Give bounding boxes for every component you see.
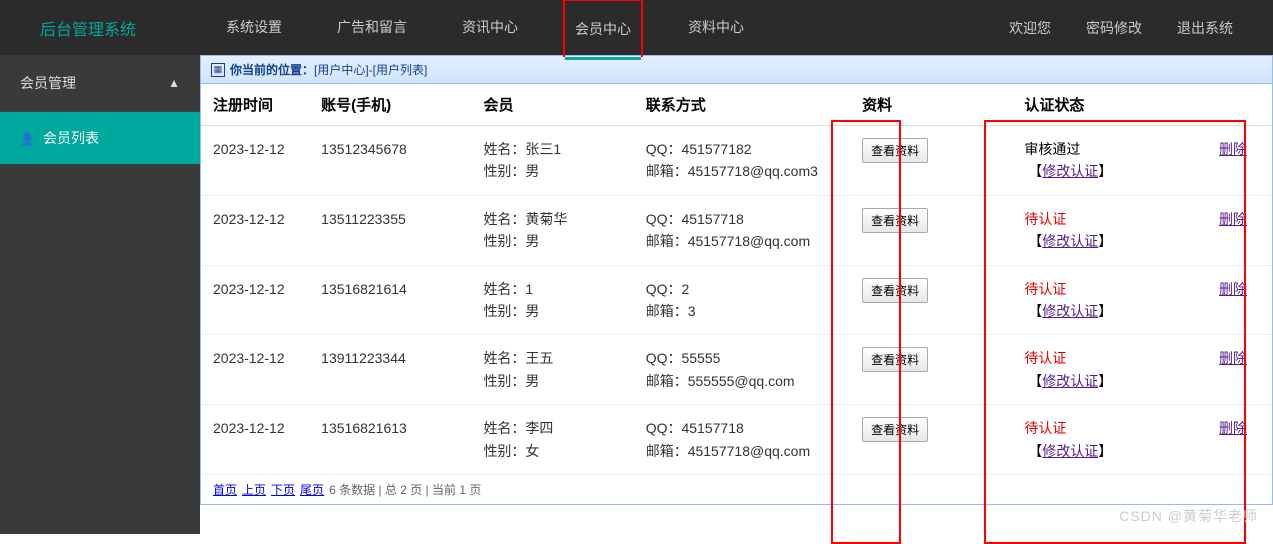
cell-contact: QQ：45157718邮箱：45157718@qq.com <box>634 405 850 475</box>
breadcrumb-path: [用户中心]-[用户列表] <box>314 63 427 77</box>
sidebar-header[interactable]: 会员管理 ▲ <box>0 55 200 112</box>
nav-item-1[interactable]: 广告和留言 <box>327 0 417 57</box>
table-header: 注册时间 <box>201 84 309 126</box>
highlight-box-material <box>831 120 901 544</box>
table-header: 会员 <box>471 84 633 126</box>
nav-right: 欢迎您 密码修改 退出系统 <box>1009 18 1233 38</box>
cell-reg: 2023-12-12 <box>201 126 309 196</box>
cell-reg: 2023-12-12 <box>201 265 309 335</box>
sidebar-item-label: 会员列表 <box>43 128 99 148</box>
content-area: ▦ 你当前的位置：[用户中心]-[用户列表] 注册时间账号(手机)会员联系方式资… <box>200 55 1273 534</box>
cell-account: 13911223344 <box>309 335 471 405</box>
cell-contact: QQ：45157718邮箱：45157718@qq.com <box>634 195 850 265</box>
breadcrumb: ▦ 你当前的位置：[用户中心]-[用户列表] <box>200 55 1273 84</box>
nav-item-2[interactable]: 资讯中心 <box>452 0 528 57</box>
cell-account: 13516821613 <box>309 405 471 475</box>
nav-item-0[interactable]: 系统设置 <box>216 0 292 57</box>
cell-reg: 2023-12-12 <box>201 335 309 405</box>
cell-account: 13516821614 <box>309 265 471 335</box>
cell-member: 姓名：张三1性别：男 <box>471 126 633 196</box>
nav-right-0[interactable]: 欢迎您 <box>1009 18 1051 38</box>
table-header: 账号(手机) <box>309 84 471 126</box>
cell-member: 姓名：1性别：男 <box>471 265 633 335</box>
cell-reg: 2023-12-12 <box>201 195 309 265</box>
pagination-link[interactable]: 尾页 <box>300 483 324 497</box>
pagination-info: 6 条数据 | 总 2 页 | 当前 1 页 <box>329 483 481 497</box>
top-nav: 后台管理系统 系统设置广告和留言资讯中心会员中心资料中心 欢迎您 密码修改 退出系统 <box>0 0 1273 55</box>
logo: 后台管理系统 <box>40 16 136 40</box>
collapse-icon: ▲ <box>168 76 180 90</box>
nav-item-3[interactable]: 会员中心 <box>563 0 643 57</box>
pagination-link[interactable]: 首页 <box>213 483 237 497</box>
cell-member: 姓名：李四性别：女 <box>471 405 633 475</box>
cell-account: 13512345678 <box>309 126 471 196</box>
cell-contact: QQ：55555邮箱：555555@qq.com <box>634 335 850 405</box>
cell-member: 姓名：王五性别：男 <box>471 335 633 405</box>
sidebar-title: 会员管理 <box>20 73 76 93</box>
breadcrumb-prefix: 你当前的位置： <box>230 63 314 77</box>
nav-item-4[interactable]: 资料中心 <box>678 0 754 57</box>
table-header: 联系方式 <box>634 84 850 126</box>
cell-contact: QQ：2邮箱：3 <box>634 265 850 335</box>
cell-member: 姓名：黄菊华性别：男 <box>471 195 633 265</box>
nav-items: 系统设置广告和留言资讯中心会员中心资料中心 <box>216 0 1009 57</box>
sidebar: 会员管理 ▲ 会员列表 <box>0 55 200 534</box>
sidebar-item-member-list[interactable]: 会员列表 <box>0 112 200 164</box>
nav-right-1[interactable]: 密码修改 <box>1086 18 1142 38</box>
cell-account: 13511223355 <box>309 195 471 265</box>
user-icon <box>20 130 35 146</box>
highlight-box-status <box>984 120 1246 544</box>
pagination-link[interactable]: 上页 <box>242 483 266 497</box>
breadcrumb-icon: ▦ <box>211 63 225 77</box>
pagination-link[interactable]: 下页 <box>271 483 295 497</box>
nav-right-2[interactable]: 退出系统 <box>1177 18 1233 38</box>
cell-reg: 2023-12-12 <box>201 405 309 475</box>
cell-contact: QQ：451577182邮箱：45157718@qq.com3 <box>634 126 850 196</box>
